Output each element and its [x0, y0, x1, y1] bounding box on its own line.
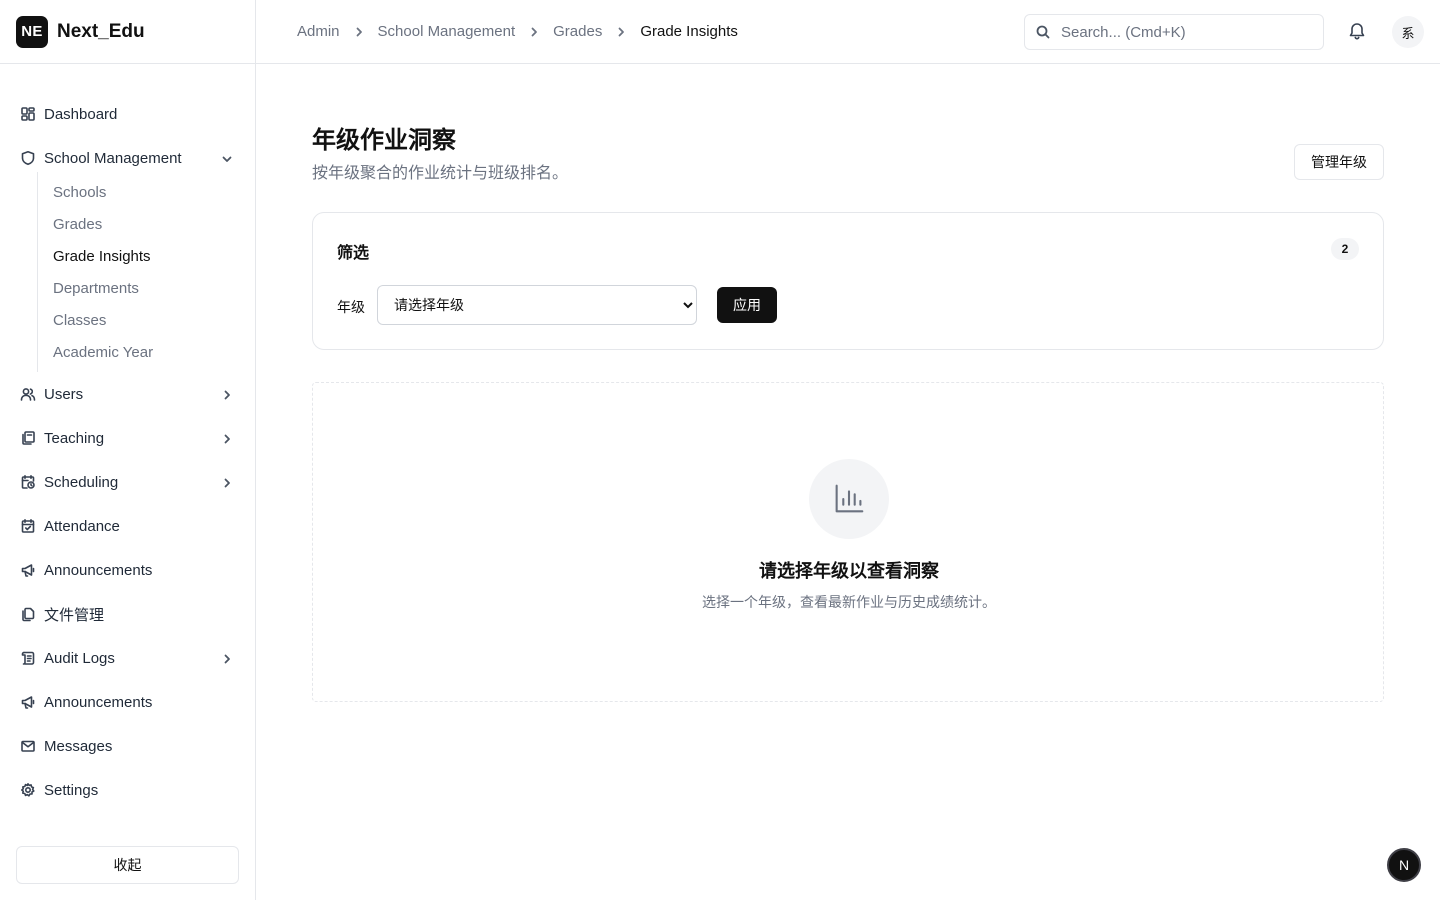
megaphone-icon — [20, 694, 36, 710]
sidebar-item-label: Audit Logs — [44, 649, 115, 667]
sidebar-item-label: Messages — [44, 737, 113, 755]
book-icon — [20, 430, 36, 446]
sidebar-subitem-grade-insights[interactable]: Grade Insights — [38, 240, 255, 272]
chevron-right-icon — [354, 27, 364, 37]
empty-state-description: 选择一个年级，查看最新作业与历史成绩统计。 — [702, 594, 996, 610]
chevron-right-icon — [616, 27, 626, 37]
sidebar-item-label: Announcements — [44, 561, 153, 579]
breadcrumb-admin[interactable]: Admin — [297, 23, 340, 40]
brand: NE Next_Edu — [0, 0, 255, 64]
sidebar-item-label: 文件管理 — [44, 606, 105, 624]
files-icon — [20, 606, 36, 622]
sidebar-item-label: Settings — [44, 781, 99, 799]
sidebar-item-label: Attendance — [44, 517, 120, 535]
search-box[interactable] — [1024, 14, 1324, 50]
sidebar-item-scheduling[interactable]: Scheduling — [0, 460, 255, 504]
sidebar-item-teaching[interactable]: Teaching — [0, 416, 255, 460]
search-icon — [1036, 25, 1050, 39]
grade-select[interactable]: 请选择年级 — [377, 285, 697, 325]
grade-label: 年级 — [337, 299, 365, 315]
chevron-down-icon[interactable] — [221, 152, 233, 164]
users-icon — [20, 386, 36, 402]
mail-icon — [20, 738, 36, 754]
sidebar-item-messages[interactable]: Messages — [0, 724, 255, 768]
avatar[interactable]: 系 — [1392, 16, 1424, 48]
sidebar-item-label: Announcements — [44, 693, 153, 711]
manage-grades-button[interactable]: 管理年级 — [1294, 144, 1384, 180]
topbar: Admin School Management Grades Grade Ins… — [256, 0, 1440, 64]
sidebar-item-file-management[interactable]: 文件管理 — [0, 592, 255, 636]
chevron-right-icon — [529, 27, 539, 37]
sidebar-item-settings[interactable]: Settings — [0, 768, 255, 812]
apply-button[interactable]: 应用 — [717, 287, 777, 323]
shield-icon — [20, 150, 36, 166]
page-subtitle: 按年级聚合的作业统计与班级排名。 — [312, 165, 569, 182]
breadcrumb-school-management[interactable]: School Management — [378, 23, 516, 40]
sidebar-item-label: School Management — [44, 149, 182, 167]
chevron-right-icon[interactable] — [221, 652, 233, 664]
collapse-sidebar-button[interactable]: 收起 — [16, 846, 239, 884]
sidebar-item-school-management[interactable]: School Management — [0, 136, 255, 180]
sidebar: NE Next_Edu Dashboard School Management … — [0, 0, 256, 900]
chevron-right-icon[interactable] — [221, 388, 233, 400]
breadcrumb: Admin School Management Grades Grade Ins… — [297, 23, 738, 40]
sidebar-subitem-departments[interactable]: Departments — [38, 272, 255, 304]
scroll-icon — [20, 650, 36, 666]
sidebar-item-users[interactable]: Users — [0, 372, 255, 416]
page-title: 年级作业洞察 — [312, 127, 456, 154]
breadcrumb-grade-insights: Grade Insights — [640, 23, 738, 40]
filter-card: 筛选 2 年级 请选择年级 应用 — [312, 212, 1384, 350]
calendar-clock-icon — [20, 474, 36, 490]
gear-icon — [20, 782, 36, 798]
brand-logo[interactable]: NE — [16, 15, 48, 48]
sidebar-item-label: Scheduling — [44, 473, 119, 491]
megaphone-icon — [20, 562, 36, 578]
next-devtools-button[interactable]: N — [1387, 848, 1421, 882]
chevron-right-icon[interactable] — [221, 432, 233, 444]
sidebar-item-announcements-2[interactable]: Announcements — [0, 680, 255, 724]
brand-name[interactable]: Next_Edu — [57, 21, 145, 43]
sidebar-item-label: Dashboard — [44, 105, 118, 123]
chevron-right-icon[interactable] — [221, 476, 233, 488]
filter-count-badge: 2 — [1331, 238, 1359, 260]
sidebar-nav: Dashboard School Management Schools Grad… — [0, 64, 255, 812]
empty-state-title: 请选择年级以查看洞察 — [759, 561, 939, 581]
sidebar-item-attendance[interactable]: Attendance — [0, 504, 255, 548]
filter-title: 筛选 — [337, 245, 370, 262]
sidebar-item-dashboard[interactable]: Dashboard — [0, 92, 255, 136]
breadcrumb-grades[interactable]: Grades — [553, 23, 602, 40]
sidebar-subitem-grades[interactable]: Grades — [38, 208, 255, 240]
sidebar-subitem-academic-year[interactable]: Academic Year — [38, 336, 255, 368]
sidebar-item-label: Teaching — [44, 429, 105, 447]
notification-bell-icon[interactable] — [1347, 21, 1369, 43]
sidebar-item-audit-logs[interactable]: Audit Logs — [0, 636, 255, 680]
empty-state-icon-wrap — [809, 459, 889, 539]
sidebar-item-announcements[interactable]: Announcements — [0, 548, 255, 592]
empty-state: 请选择年级以查看洞察 选择一个年级，查看最新作业与历史成绩统计。 — [312, 382, 1384, 702]
sidebar-item-label: Users — [44, 385, 84, 403]
dashboard-icon — [20, 106, 36, 122]
bar-chart-icon — [835, 484, 864, 513]
sidebar-subitem-schools[interactable]: Schools — [38, 176, 255, 208]
school-management-subnav: Schools Grades Grade Insights Department… — [37, 172, 255, 372]
sidebar-subitem-classes[interactable]: Classes — [38, 304, 255, 336]
calendar-check-icon — [20, 518, 36, 534]
search-input[interactable] — [1061, 23, 1301, 41]
